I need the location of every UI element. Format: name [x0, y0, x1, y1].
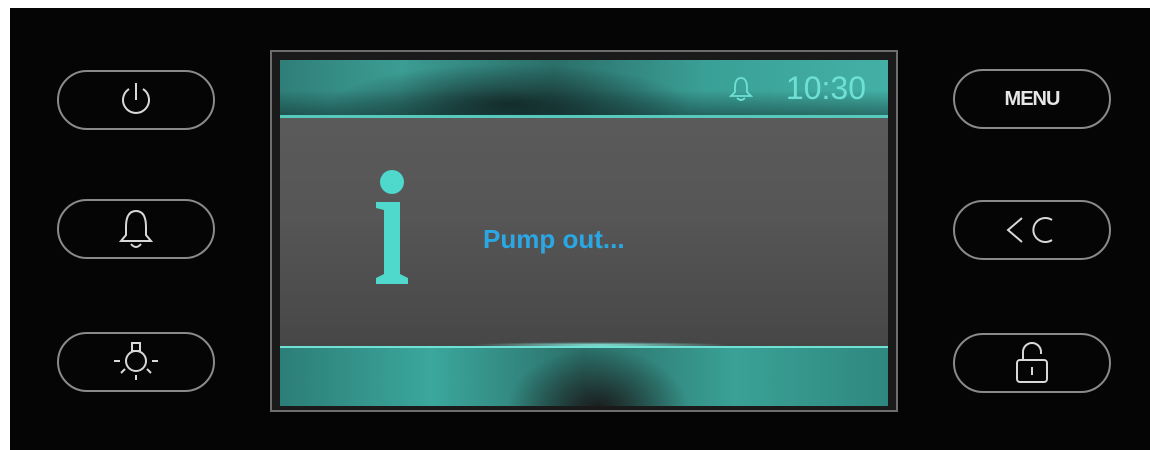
clock-time: 10:30 — [785, 70, 866, 106]
bell-icon — [118, 209, 154, 248]
power-icon — [122, 83, 150, 114]
menu-button-label: MENU — [1004, 87, 1061, 110]
bell-icon — [728, 77, 754, 101]
back-clear-icon — [1006, 217, 1053, 243]
display-screen: 10:30 Pump out... — [280, 60, 888, 406]
light-button[interactable] — [57, 332, 215, 392]
alarm-button[interactable] — [57, 199, 215, 259]
back-button[interactable] — [953, 200, 1111, 260]
status-bar: 10:30 — [280, 60, 888, 118]
bottom-bar — [280, 346, 888, 406]
unlock-icon — [1016, 342, 1048, 383]
info-icon — [376, 170, 408, 284]
power-button[interactable] — [57, 70, 215, 130]
lock-button[interactable] — [953, 333, 1111, 393]
menu-button[interactable]: MENU — [953, 69, 1111, 129]
light-bulb-icon — [114, 342, 158, 380]
status-message: Pump out... — [483, 224, 625, 254]
